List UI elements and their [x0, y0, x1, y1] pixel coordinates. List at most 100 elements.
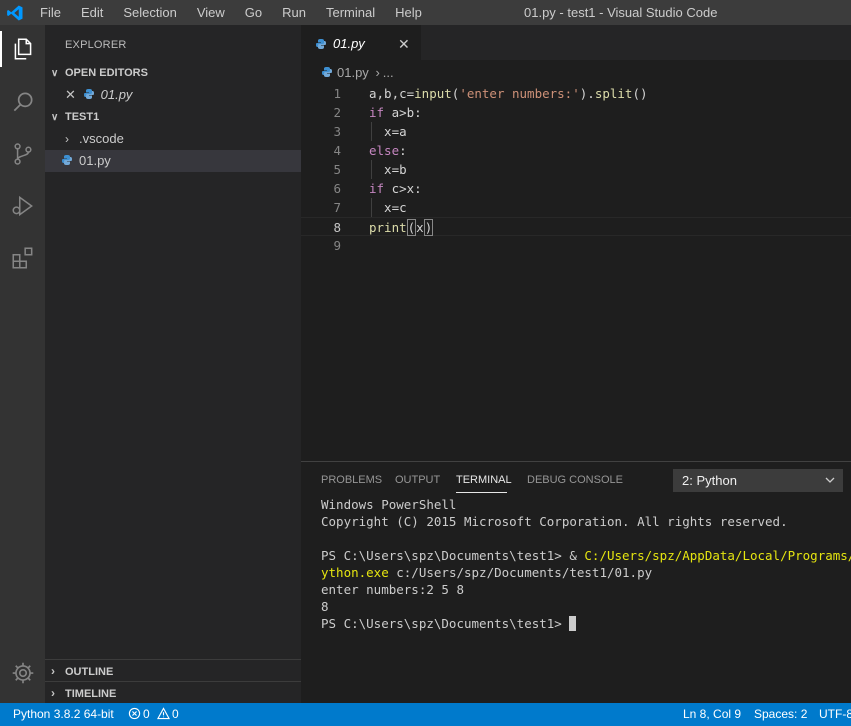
gear-icon[interactable] [0, 649, 45, 697]
breadcrumb: 01.py ›... [301, 60, 851, 84]
open-editors-label: OPEN EDITORS [65, 67, 148, 79]
folder-label: TEST1 [65, 111, 100, 123]
sidebar-title: EXPLORER [65, 39, 127, 51]
code-text: x=c [369, 200, 407, 215]
open-editor-item[interactable]: ✕ 01.py [45, 84, 301, 106]
code-text: if a>b: [369, 105, 422, 120]
outline-label: OUTLINE [65, 666, 114, 678]
close-icon[interactable]: ✕ [65, 84, 79, 106]
chevron-right-icon: › [51, 686, 55, 700]
search-icon[interactable] [0, 78, 45, 126]
terminal-cursor [569, 616, 577, 631]
menu-file[interactable]: File [30, 0, 71, 25]
terminal-path: C:/Users/spz/AppData/Local/Programs/Pyth… [584, 548, 851, 563]
error-icon [128, 707, 141, 720]
close-icon[interactable]: ✕ [398, 25, 410, 63]
menu-bar: File Edit Selection View Go Run Terminal… [30, 0, 432, 25]
menu-run[interactable]: Run [272, 0, 316, 25]
line-number: 8 [333, 220, 341, 235]
chevron-down-icon: ∨ [51, 68, 59, 79]
outline-header[interactable]: › OUTLINE [45, 659, 301, 681]
code-line: 4 else: [301, 141, 851, 160]
line-number: 9 [333, 238, 341, 253]
folder-header[interactable]: ∨ TEST1 [45, 106, 301, 128]
tab-problems[interactable]: PROBLEMS [321, 462, 382, 497]
open-editors-header[interactable]: ∨ OPEN EDITORS [45, 62, 301, 84]
code-line: 3 x=a [301, 122, 851, 141]
menu-selection[interactable]: Selection [113, 0, 186, 25]
chevron-right-icon: › [51, 664, 55, 678]
files-icon[interactable] [0, 25, 45, 73]
python-interpreter[interactable]: Python 3.8.2 64-bit [13, 703, 114, 726]
tab-output[interactable]: OUTPUT [395, 462, 440, 497]
warning-count: 0 [172, 707, 179, 721]
cursor-position[interactable]: Ln 8, Col 9 [683, 703, 741, 726]
python-file-icon [83, 89, 94, 99]
encoding[interactable]: UTF-8 [819, 703, 851, 726]
line-number: 7 [333, 200, 341, 215]
terminal-line: 8 [321, 599, 329, 614]
warning-icon [157, 707, 171, 720]
breadcrumb-symbol[interactable]: ... [383, 65, 394, 80]
vscode-logo-icon [7, 5, 23, 21]
tab-label: 01.py [333, 36, 365, 51]
terminal-line: PS C:\Users\spz\Documents\test1> [321, 615, 851, 632]
bottom-panel: PROBLEMS OUTPUT TERMINAL DEBUG CONSOLE 2… [301, 461, 851, 703]
terminal-prompt: PS C:\Users\spz\Documents\test1> & [321, 548, 585, 563]
line-number: 5 [333, 162, 341, 177]
chevron-right-icon: › [65, 132, 69, 146]
code-line: 5 x=b [301, 160, 851, 179]
line-number: 4 [333, 143, 341, 158]
line-number: 1 [333, 86, 341, 101]
timeline-header[interactable]: › TIMELINE [45, 681, 301, 703]
run-debug-icon[interactable] [0, 182, 45, 230]
terminal-args: c:/Users/spz/Documents/test1/01.py [388, 565, 653, 580]
breadcrumb-file[interactable]: 01.py [337, 65, 369, 80]
tree-item-label: .vscode [79, 131, 124, 146]
line-number: 3 [333, 124, 341, 139]
terminal-line: Windows PowerShell [321, 497, 457, 512]
code-text: else: [369, 143, 407, 158]
source-control-icon[interactable] [0, 130, 45, 178]
tab-debug-console[interactable]: DEBUG CONSOLE [527, 462, 623, 497]
code-editor[interactable]: 1 a,b,c=input('enter numbers:').split() … [301, 84, 851, 461]
open-editor-filename: 01.py [100, 87, 133, 102]
terminal-path: ython.exe [321, 565, 389, 580]
code-line: 7 x=c [301, 198, 851, 217]
python-file-icon [62, 155, 72, 165]
line-number: 2 [333, 105, 341, 120]
chevron-down-icon [824, 470, 836, 497]
menu-edit[interactable]: Edit [71, 0, 113, 25]
indentation[interactable]: Spaces: 2 [754, 703, 807, 726]
activity-bar [0, 25, 45, 703]
menu-help[interactable]: Help [385, 0, 432, 25]
menu-terminal[interactable]: Terminal [316, 0, 385, 25]
terminal-prompt: PS C:\Users\spz\Documents\test1> [321, 616, 570, 631]
chevron-down-icon: ∨ [51, 112, 59, 123]
code-text: if c>x: [369, 181, 422, 196]
code-line-current: 8 print(x) [301, 217, 851, 236]
code-line: 1 a,b,c=input('enter numbers:').split() [301, 84, 851, 103]
explorer-sidebar: EXPLORER ∨ OPEN EDITORS ✕ 01.py ∨ TEST1 ›.… [45, 25, 301, 703]
editor-tabs: 01.py ✕ [301, 25, 851, 60]
python-file-icon [322, 67, 332, 77]
tree-item-vscode-folder[interactable]: › .vscode [45, 128, 301, 150]
terminal-line: enter numbers:2 5 8 [321, 582, 464, 597]
extensions-icon[interactable] [0, 234, 45, 282]
menu-go[interactable]: Go [235, 0, 272, 25]
terminal-output[interactable]: Windows PowerShell Copyright (C) 2015 Mi… [321, 496, 851, 632]
code-text: a,b,c=input('enter numbers:').split() [369, 86, 648, 101]
terminal-select[interactable]: 2: Python [673, 469, 843, 492]
tab-01py[interactable]: 01.py ✕ [301, 25, 421, 60]
menu-view[interactable]: View [187, 0, 235, 25]
code-text: x=b [369, 162, 407, 177]
python-file-icon [316, 39, 326, 49]
line-number: 6 [333, 181, 341, 196]
tree-item-label: 01.py [79, 153, 111, 168]
tree-item-01py[interactable]: 01.py [45, 150, 301, 172]
timeline-label: TIMELINE [65, 688, 117, 700]
code-line: 9 [301, 236, 851, 255]
active-tab-underline [456, 492, 507, 493]
problems-indicator[interactable]: 0 0 [128, 703, 179, 726]
